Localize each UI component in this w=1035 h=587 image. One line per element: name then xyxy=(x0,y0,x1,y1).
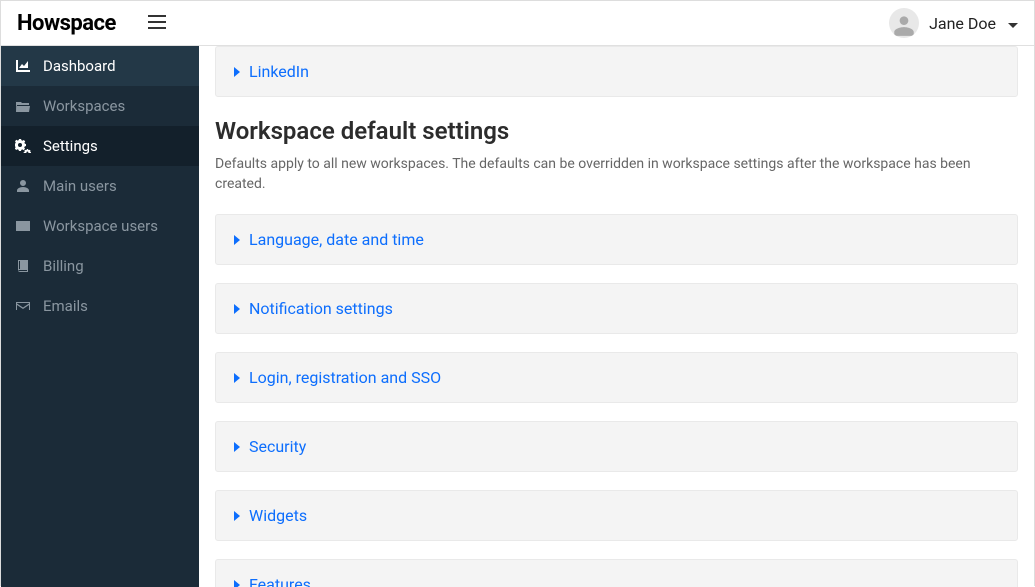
sidebar-item-label: Dashboard xyxy=(43,57,116,75)
caret-right-icon xyxy=(234,506,241,525)
sidebar-item-dashboard[interactable]: Dashboard xyxy=(1,46,199,86)
caret-right-icon xyxy=(234,575,241,587)
accordion-notification[interactable]: Notification settings xyxy=(215,283,1018,334)
caret-right-icon xyxy=(234,437,241,456)
content-area: LinkedIn Workspace default settings Defa… xyxy=(199,46,1034,587)
cogs-icon xyxy=(15,138,31,154)
caret-right-icon xyxy=(234,62,241,81)
user-icon xyxy=(15,178,31,194)
sidebar-item-billing[interactable]: Billing xyxy=(1,246,199,286)
accordion-label: Language, date and time xyxy=(249,230,424,249)
sidebar-item-label: Billing xyxy=(43,257,84,275)
app-logo: Howspace xyxy=(17,11,116,36)
accordion-linkedin[interactable]: LinkedIn xyxy=(215,46,1018,97)
hamburger-menu-button[interactable] xyxy=(144,10,170,37)
sidebar-item-label: Emails xyxy=(43,297,88,315)
book-icon xyxy=(15,258,31,274)
sidebar-item-main-users[interactable]: Main users xyxy=(1,166,199,206)
section-heading: Workspace default settings xyxy=(215,117,1018,145)
accordion-widgets[interactable]: Widgets xyxy=(215,490,1018,541)
sidebar-item-label: Workspace users xyxy=(43,217,158,235)
sidebar-item-emails[interactable]: Emails xyxy=(1,286,199,326)
accordion-security[interactable]: Security xyxy=(215,421,1018,472)
caret-right-icon xyxy=(234,230,241,249)
envelope-icon xyxy=(15,298,31,314)
chart-area-icon xyxy=(15,58,31,74)
sidebar-item-workspace-users[interactable]: Workspace users xyxy=(1,206,199,246)
sidebar-item-settings[interactable]: Settings xyxy=(1,126,199,166)
accordion-label: Notification settings xyxy=(249,299,393,318)
accordion-features[interactable]: Features xyxy=(215,559,1018,587)
sidebar-item-label: Workspaces xyxy=(43,97,125,115)
sidebar-item-workspaces[interactable]: Workspaces xyxy=(1,86,199,126)
header: Howspace Jane Doe xyxy=(1,1,1034,46)
sidebar-item-label: Main users xyxy=(43,177,117,195)
accordion-login[interactable]: Login, registration and SSO xyxy=(215,352,1018,403)
accordion-label: Login, registration and SSO xyxy=(249,368,441,387)
accordion-label: Features xyxy=(249,575,311,587)
accordion-label: Widgets xyxy=(249,506,307,525)
avatar xyxy=(889,8,919,38)
section-description: Defaults apply to all new workspaces. Th… xyxy=(215,155,1018,194)
caret-right-icon xyxy=(234,368,241,387)
user-menu[interactable]: Jane Doe xyxy=(889,8,1018,38)
accordion-label: Security xyxy=(249,437,306,456)
caret-right-icon xyxy=(234,299,241,318)
caret-down-icon xyxy=(1008,14,1018,33)
sidebar-item-label: Settings xyxy=(43,137,98,155)
sidebar: Dashboard Workspaces Settings Main users… xyxy=(1,46,199,587)
folder-open-icon xyxy=(15,98,31,114)
accordion-language[interactable]: Language, date and time xyxy=(215,214,1018,265)
hamburger-icon xyxy=(148,18,166,33)
address-card-icon xyxy=(15,218,31,234)
user-name-label: Jane Doe xyxy=(929,14,996,33)
accordion-label: LinkedIn xyxy=(249,62,309,81)
